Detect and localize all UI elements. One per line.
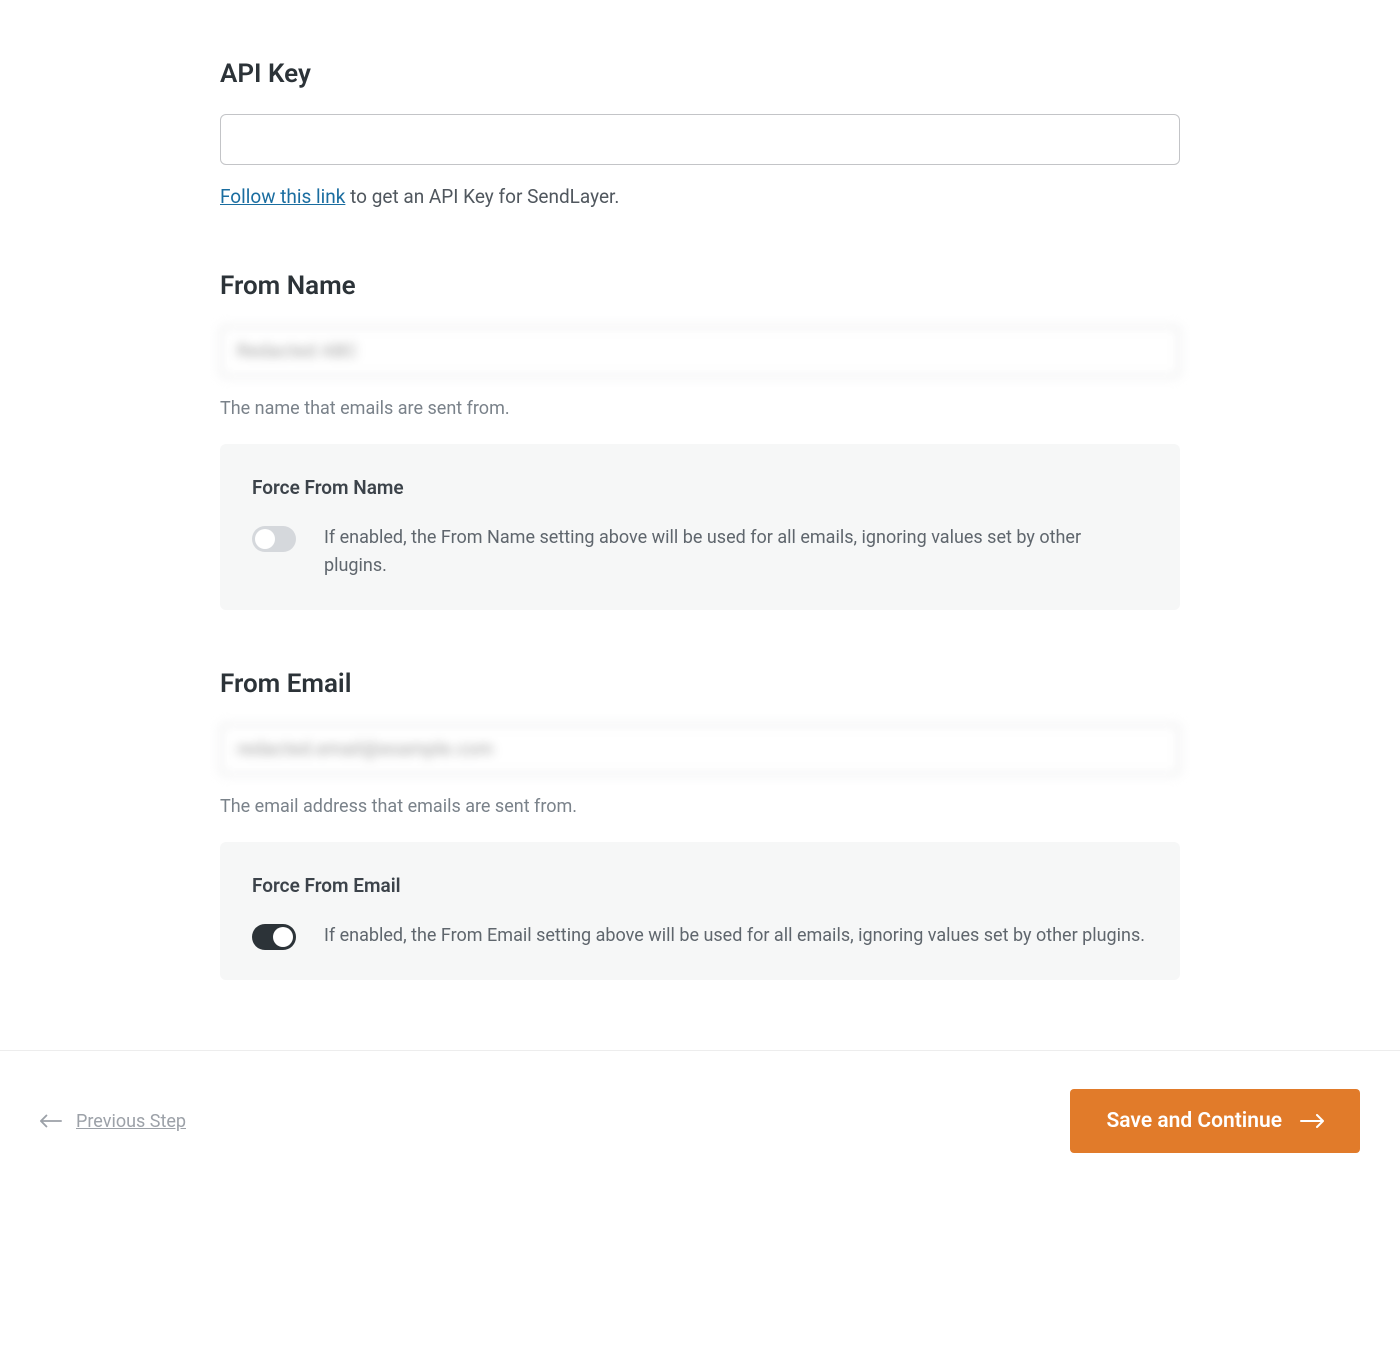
force-from-name-description: If enabled, the From Name setting above … <box>324 524 1148 580</box>
save-and-continue-button[interactable]: Save and Continue <box>1070 1089 1360 1153</box>
force-from-email-panel: Force From Email If enabled, the From Em… <box>220 842 1180 981</box>
force-from-name-panel: Force From Name If enabled, the From Nam… <box>220 444 1180 610</box>
api-key-input[interactable] <box>220 114 1180 165</box>
arrow-right-icon <box>1300 1114 1324 1128</box>
force-from-email-toggle[interactable] <box>252 924 296 950</box>
force-from-email-title: Force From Email <box>252 872 1148 901</box>
force-from-email-description: If enabled, the From Email setting above… <box>324 922 1145 950</box>
save-and-continue-label: Save and Continue <box>1106 1109 1282 1133</box>
from-email-input[interactable] <box>220 724 1180 775</box>
wizard-footer: Previous Step Save and Continue <box>0 1050 1400 1191</box>
from-name-input[interactable] <box>220 326 1180 377</box>
api-key-label: API Key <box>220 55 1180 94</box>
from-name-hint: The name that emails are sent from. <box>220 395 1180 422</box>
from-name-section: From Name The name that emails are sent … <box>220 267 1180 610</box>
api-key-help: Follow this link to get an API Key for S… <box>220 183 1180 212</box>
toggle-knob <box>273 927 293 947</box>
from-email-section: From Email The email address that emails… <box>220 665 1180 981</box>
api-key-section: API Key Follow this link to get an API K… <box>220 55 1180 212</box>
force-from-name-toggle[interactable] <box>252 526 296 552</box>
from-email-label: From Email <box>220 665 1180 704</box>
from-email-hint: The email address that emails are sent f… <box>220 793 1180 820</box>
previous-step-label: Previous Step <box>76 1108 186 1135</box>
force-from-name-title: Force From Name <box>252 474 1148 503</box>
toggle-knob <box>255 529 275 549</box>
follow-this-link[interactable]: Follow this link <box>220 185 345 208</box>
previous-step-button[interactable]: Previous Step <box>40 1108 186 1135</box>
arrow-left-icon <box>40 1114 62 1128</box>
api-key-help-suffix: to get an API Key for SendLayer. <box>345 185 619 208</box>
from-name-label: From Name <box>220 267 1180 306</box>
